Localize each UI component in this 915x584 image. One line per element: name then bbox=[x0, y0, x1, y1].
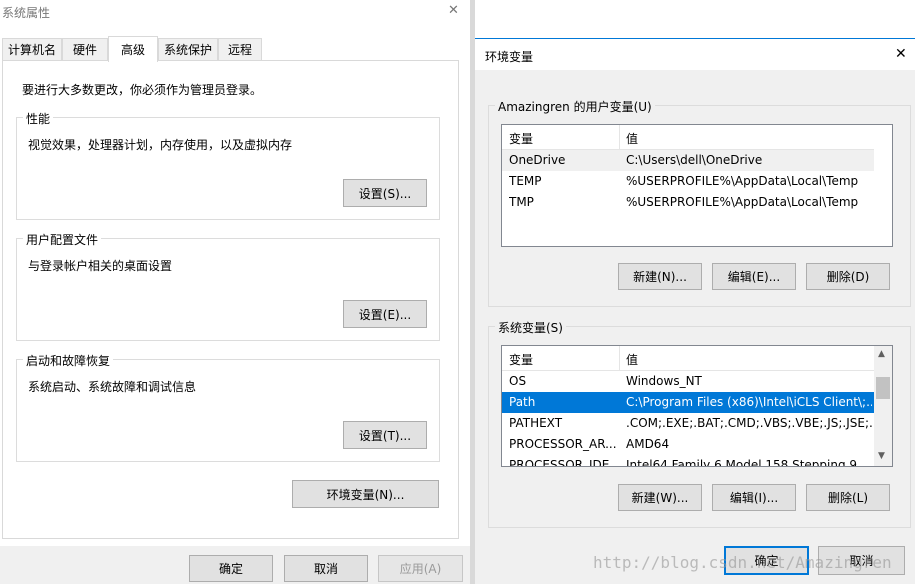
row-variable: TEMP bbox=[509, 174, 542, 188]
table-row-selected[interactable]: Path C:\Program Files (x86)\Intel\iCLS C… bbox=[502, 392, 874, 413]
system-edit-button[interactable]: 编辑(I)... bbox=[712, 484, 796, 511]
row-value: Windows_NT bbox=[626, 374, 702, 388]
env-close-icon[interactable]: ✕ bbox=[895, 46, 907, 62]
user-list-header: 变量 值 bbox=[502, 125, 892, 150]
scroll-down-icon[interactable]: ▼ bbox=[878, 451, 885, 461]
user-profile-desc: 与登录帐户相关的桌面设置 bbox=[28, 259, 173, 273]
user-delete-button[interactable]: 删除(D) bbox=[806, 263, 890, 290]
window-title: 系统属性 bbox=[2, 6, 51, 20]
user-new-button[interactable]: 新建(N)... bbox=[618, 263, 702, 290]
user-col-value[interactable]: 值 bbox=[626, 130, 638, 147]
close-icon[interactable]: ✕ bbox=[448, 3, 459, 18]
table-row[interactable]: TMP %USERPROFILE%\AppData\Local\Temp bbox=[502, 192, 892, 213]
table-row[interactable]: PATHEXT .COM;.EXE;.BAT;.CMD;.VBS;.VBE;.J… bbox=[502, 413, 892, 434]
row-variable: TMP bbox=[509, 195, 534, 209]
row-value: %USERPROFILE%\AppData\Local\Temp bbox=[626, 195, 859, 209]
row-variable: PROCESSOR_AR... bbox=[509, 437, 617, 451]
environment-variables-button[interactable]: 环境变量(N)... bbox=[292, 480, 439, 508]
tab-system-protection[interactable]: 系统保护 bbox=[158, 38, 218, 60]
cancel-button[interactable]: 取消 bbox=[284, 555, 368, 582]
table-row[interactable]: OneDrive C:\Users\dell\OneDrive bbox=[502, 150, 874, 171]
tab-computer-name[interactable]: 计算机名 bbox=[2, 38, 62, 60]
performance-group: 性能 视觉效果，处理器计划，内存使用，以及虚拟内存 设置(S)... bbox=[16, 110, 440, 220]
user-list-scrollbar-track bbox=[874, 125, 892, 246]
performance-title: 性能 bbox=[23, 110, 54, 127]
system-col-variable[interactable]: 变量 bbox=[509, 351, 533, 368]
system-list-header: 变量 值 bbox=[502, 346, 892, 371]
watermark: http://blog.csdn.net/Amazingren bbox=[593, 553, 892, 572]
tab-remote[interactable]: 远程 bbox=[218, 38, 262, 60]
admin-notice: 要进行大多数更改，你必须作为管理员登录。 bbox=[22, 83, 263, 97]
table-row[interactable]: PROCESSOR_AR... AMD64 bbox=[502, 434, 892, 455]
system-list-scrollbar[interactable]: ▲ ▼ bbox=[874, 346, 892, 466]
system-variables-list[interactable]: 变量 值 OS Windows_NT Path C:\Program Files… bbox=[501, 345, 893, 467]
user-variables-title: Amazingren 的用户变量(U) bbox=[495, 98, 655, 115]
environment-variables-window: 环境变量 ✕ Amazingren 的用户变量(U) 变量 值 OneDrive… bbox=[475, 38, 915, 584]
env-window-title: 环境变量 bbox=[485, 50, 534, 64]
startup-recovery-title: 启动和故障恢复 bbox=[23, 352, 114, 369]
scroll-thumb[interactable] bbox=[876, 377, 890, 399]
startup-recovery-desc: 系统启动、系统故障和调试信息 bbox=[28, 380, 197, 394]
scroll-up-icon[interactable]: ▲ bbox=[878, 349, 885, 359]
row-variable: Path bbox=[509, 395, 536, 409]
row-value: C:\Users\dell\OneDrive bbox=[626, 153, 763, 167]
table-row[interactable]: TEMP %USERPROFILE%\AppData\Local\Temp bbox=[502, 171, 892, 192]
performance-settings-button[interactable]: 设置(S)... bbox=[343, 179, 427, 207]
system-properties-window: 系统属性 ✕ 计算机名 硬件 高级 系统保护 远程 要进行大多数更改，你必须作为… bbox=[0, 0, 470, 584]
user-col-variable[interactable]: 变量 bbox=[509, 130, 533, 147]
user-profile-group: 用户配置文件 与登录帐户相关的桌面设置 设置(E)... bbox=[16, 231, 440, 341]
tab-advanced[interactable]: 高级 bbox=[108, 36, 158, 62]
startup-recovery-group: 启动和故障恢复 系统启动、系统故障和调试信息 设置(T)... bbox=[16, 352, 440, 462]
user-variables-list[interactable]: 变量 值 OneDrive C:\Users\dell\OneDrive TEM… bbox=[501, 124, 893, 247]
system-new-button[interactable]: 新建(W)... bbox=[618, 484, 702, 511]
row-variable: PROCESSOR_IDE... bbox=[509, 458, 619, 467]
row-value: C:\Program Files (x86)\Intel\iCLS Client… bbox=[626, 395, 872, 409]
user-profile-title: 用户配置文件 bbox=[23, 231, 102, 248]
row-value: %USERPROFILE%\AppData\Local\Temp bbox=[626, 174, 859, 188]
user-profile-settings-button[interactable]: 设置(E)... bbox=[343, 300, 427, 328]
row-value: .COM;.EXE;.BAT;.CMD;.VBS;.VBE;.JS;.JSE;.… bbox=[626, 416, 872, 430]
row-variable: OneDrive bbox=[509, 153, 566, 167]
performance-desc: 视觉效果，处理器计划，内存使用，以及虚拟内存 bbox=[28, 138, 293, 152]
startup-recovery-settings-button[interactable]: 设置(T)... bbox=[343, 421, 427, 449]
system-col-value[interactable]: 值 bbox=[626, 351, 638, 368]
table-row[interactable]: OS Windows_NT bbox=[502, 371, 892, 392]
system-variables-title: 系统变量(S) bbox=[495, 319, 566, 336]
ok-button[interactable]: 确定 bbox=[189, 555, 273, 582]
apply-button[interactable]: 应用(A) bbox=[378, 555, 463, 582]
tab-hardware[interactable]: 硬件 bbox=[62, 38, 108, 60]
system-delete-button[interactable]: 删除(L) bbox=[806, 484, 890, 511]
table-row[interactable]: PROCESSOR_IDE... Intel64 Family 6 Model … bbox=[502, 455, 892, 467]
row-value: Intel64 Family 6 Model 158 Stepping 9, .… bbox=[626, 458, 872, 467]
row-value: AMD64 bbox=[626, 437, 670, 451]
row-variable: PATHEXT bbox=[509, 416, 563, 430]
user-edit-button[interactable]: 编辑(E)... bbox=[712, 263, 796, 290]
row-variable: OS bbox=[509, 374, 527, 388]
env-titlebar bbox=[475, 39, 915, 70]
